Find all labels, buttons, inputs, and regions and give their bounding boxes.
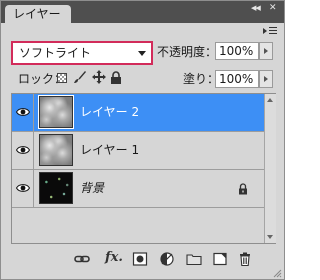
tab-layers[interactable]: レイヤー: [5, 5, 71, 23]
layer-name[interactable]: レイヤー 1: [80, 132, 139, 169]
lock-icon: [239, 183, 247, 195]
layer-thumbnail[interactable]: [39, 172, 73, 204]
panel-menu-icon[interactable]: [263, 26, 279, 36]
arrow-right-icon: [264, 76, 268, 82]
lock-all-icon[interactable]: [110, 71, 122, 84]
opacity-field[interactable]: 100%: [215, 42, 259, 60]
panel-title-bar: レイヤー ◀◀ ✕: [1, 1, 284, 23]
eye-icon: [16, 184, 30, 192]
layer-list-scrollbar[interactable]: [264, 94, 276, 243]
layer-thumbnail[interactable]: [39, 134, 73, 166]
layers-toolbar: fx.: [11, 247, 276, 271]
scroll-up-button[interactable]: [265, 95, 276, 105]
lock-transparent-pixels-icon[interactable]: [57, 73, 67, 83]
layer-mask-icon[interactable]: [132, 252, 148, 266]
scroll-down-button[interactable]: [265, 232, 276, 242]
layer-thumbnail[interactable]: [38, 95, 74, 129]
lock-image-pixels-icon[interactable]: [73, 70, 87, 84]
trash-icon[interactable]: [237, 252, 253, 266]
eye-icon: [16, 108, 30, 116]
eye-icon: [16, 146, 30, 154]
layer-name[interactable]: レイヤー 2: [80, 94, 139, 131]
layer-name[interactable]: 背景: [80, 170, 104, 207]
visibility-toggle[interactable]: [12, 132, 34, 169]
blend-mode-dropdown[interactable]: ソフトライト: [11, 41, 153, 65]
layer-row[interactable]: レイヤー 1: [12, 132, 264, 170]
visibility-toggle[interactable]: [12, 170, 34, 207]
resize-grip-icon[interactable]: [272, 268, 282, 278]
lock-position-icon[interactable]: [92, 70, 106, 84]
arrow-up-icon: [267, 98, 273, 102]
arrow-down-icon: [267, 235, 273, 239]
layer-row[interactable]: レイヤー 2: [12, 94, 264, 132]
opacity-label: 不透明度：: [157, 45, 218, 59]
fx-icon[interactable]: fx.: [105, 250, 125, 265]
adjustment-layer-icon[interactable]: [159, 252, 175, 266]
link-layers-icon[interactable]: [74, 252, 90, 266]
fill-slider-button[interactable]: [259, 70, 273, 88]
fill-label: 塗り：: [183, 72, 220, 86]
arrow-right-icon: [264, 48, 268, 54]
chevron-down-icon: [138, 51, 146, 56]
new-layer-icon[interactable]: [212, 252, 228, 266]
visibility-toggle[interactable]: [12, 94, 34, 131]
layers-panel: レイヤー ◀◀ ✕ ソフトライト 不透明度： 100% ロック： 塗り： 100…: [0, 0, 285, 280]
new-group-icon[interactable]: [186, 252, 202, 266]
blend-mode-value: ソフトライト: [19, 46, 92, 60]
collapse-panel-icon[interactable]: ◀◀: [251, 3, 265, 13]
layer-row[interactable]: 背景: [12, 170, 264, 208]
layer-list: レイヤー 2 レイヤー 1 背景: [11, 93, 276, 244]
close-panel-icon[interactable]: ✕: [269, 3, 281, 13]
fill-field[interactable]: 100%: [215, 70, 259, 88]
opacity-slider-button[interactable]: [259, 42, 273, 60]
